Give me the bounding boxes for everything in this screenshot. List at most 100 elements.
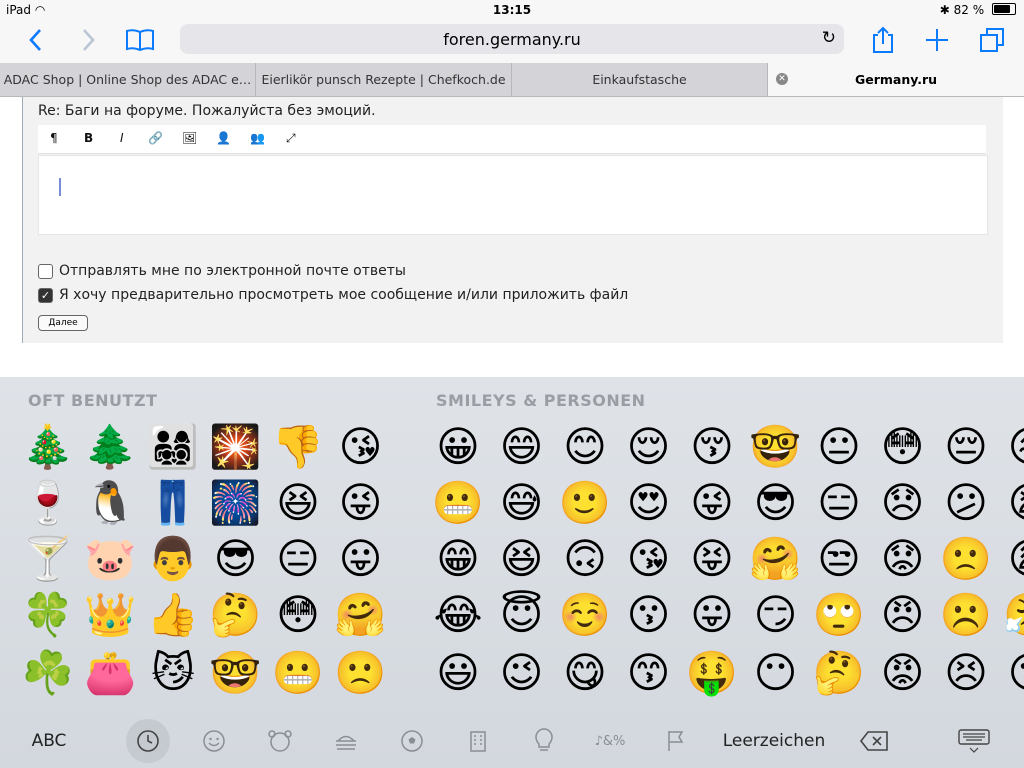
smiley-emoji[interactable]: 😙 xyxy=(619,645,679,701)
smiley-emoji[interactable]: 🙄 xyxy=(809,587,869,643)
smiley-emoji[interactable]: 🙂 xyxy=(555,475,615,531)
recent-emoji[interactable]: ☘️ xyxy=(18,645,78,701)
recent-emoji[interactable]: 🤗 xyxy=(331,587,391,643)
backspace-icon[interactable] xyxy=(856,723,892,759)
smiley-emoji[interactable]: 😗 xyxy=(619,587,679,643)
preview-option[interactable]: ✓ Я хочу предварительно просмотреть мое … xyxy=(38,287,628,303)
symbols-category-icon[interactable]: ♪&% xyxy=(592,723,628,759)
recent-emoji[interactable]: 👛 xyxy=(81,645,141,701)
smiley-emoji[interactable]: 😘 xyxy=(619,531,679,587)
recent-emoji[interactable]: 🍷 xyxy=(18,475,78,531)
reload-icon[interactable]: ↻ xyxy=(822,28,836,48)
share-icon[interactable] xyxy=(870,26,896,54)
smiley-emoji[interactable]: 😡 xyxy=(873,645,933,701)
smiley-emoji[interactable]: 😫 xyxy=(1000,475,1024,531)
smiley-emoji[interactable]: 😶 xyxy=(746,645,806,701)
smiley-emoji[interactable]: 😞 xyxy=(873,475,933,531)
recent-emoji[interactable]: 👑 xyxy=(81,587,141,643)
tab-einkaufstasche[interactable]: Einkaufstasche xyxy=(512,63,768,96)
smiley-emoji[interactable]: 😍 xyxy=(619,475,679,531)
recent-emoji[interactable]: 🙁 xyxy=(331,645,391,701)
smiley-emoji[interactable]: 😬 xyxy=(428,475,488,531)
recent-emoji[interactable]: 🎄 xyxy=(18,419,78,475)
abc-key[interactable]: ABC xyxy=(22,723,76,759)
smiley-emoji[interactable]: 😩 xyxy=(1000,531,1024,587)
tabs-overview-icon[interactable] xyxy=(978,26,1006,54)
space-key[interactable]: Leerzeichen xyxy=(716,723,832,759)
smiley-emoji[interactable]: 😝 xyxy=(682,531,742,587)
email-replies-checkbox[interactable] xyxy=(38,263,53,279)
smiley-category-icon[interactable] xyxy=(196,723,232,759)
recent-emoji[interactable]: 🐧 xyxy=(81,475,141,531)
bookmarks-icon[interactable] xyxy=(124,26,156,54)
smiley-emoji[interactable]: 😌 xyxy=(619,419,679,475)
image-icon[interactable]: 🖼 xyxy=(182,131,197,145)
recent-emoji[interactable]: 😘 xyxy=(331,419,391,475)
link-icon[interactable]: 🔗 xyxy=(148,131,163,145)
email-replies-option[interactable]: Отправлять мне по электронной почте отве… xyxy=(38,263,406,279)
recent-emoji[interactable]: 🤔 xyxy=(206,587,266,643)
smiley-emoji[interactable]: 😐 xyxy=(809,419,869,475)
smiley-emoji[interactable]: 😟 xyxy=(873,531,933,587)
recent-emoji[interactable]: 🐷 xyxy=(81,531,141,587)
recent-emoji[interactable]: 🤓 xyxy=(206,645,266,701)
recent-emoji[interactable]: 👎 xyxy=(268,419,328,475)
address-bar[interactable]: foren.germany.ru ↻ xyxy=(180,24,844,54)
smiley-emoji[interactable]: 😂 xyxy=(428,587,488,643)
smiley-emoji[interactable]: 😆 xyxy=(492,531,552,587)
smiley-emoji[interactable]: 😔 xyxy=(936,419,996,475)
smiley-emoji[interactable]: 😑 xyxy=(809,475,869,531)
smiley-emoji[interactable]: 😤 xyxy=(1000,587,1024,643)
recent-emoji[interactable]: 🎇 xyxy=(206,419,266,475)
smiley-emoji[interactable]: 🤗 xyxy=(746,531,806,587)
dismiss-keyboard-icon[interactable] xyxy=(954,723,994,759)
smiley-emoji[interactable]: ☺️ xyxy=(555,587,615,643)
smiley-emoji[interactable]: 😀 xyxy=(428,419,488,475)
recent-emoji[interactable]: 😼 xyxy=(143,645,203,701)
smiley-emoji[interactable]: 😋 xyxy=(555,645,615,701)
back-icon[interactable] xyxy=(24,26,46,54)
close-tab-icon[interactable]: ✕ xyxy=(776,73,788,85)
paragraph-icon[interactable]: ¶ xyxy=(50,131,58,145)
animals-category-icon[interactable] xyxy=(262,723,298,759)
buildings-category-icon[interactable] xyxy=(460,723,496,759)
smiley-emoji[interactable]: 😛 xyxy=(682,587,742,643)
tab-adac[interactable]: ADAC Shop | Online Shop des ADAC e… xyxy=(0,63,256,96)
preview-checkbox[interactable]: ✓ xyxy=(38,287,53,303)
smiley-emoji[interactable]: 😕 xyxy=(936,475,996,531)
smiley-emoji[interactable]: 😜 xyxy=(682,475,742,531)
new-tab-icon[interactable] xyxy=(924,26,950,54)
recent-emoji[interactable]: 😛 xyxy=(331,531,391,587)
smiley-emoji[interactable]: 😖 xyxy=(1000,419,1024,475)
recent-emoji[interactable]: 👖 xyxy=(143,475,203,531)
smiley-emoji[interactable]: 😏 xyxy=(746,587,806,643)
message-editor[interactable] xyxy=(38,155,988,235)
lightbulb-icon[interactable] xyxy=(526,723,562,759)
smiley-emoji[interactable]: 😇 xyxy=(492,587,552,643)
forward-icon[interactable] xyxy=(78,26,100,54)
clock-icon[interactable] xyxy=(130,723,166,759)
recent-emoji[interactable]: 😎 xyxy=(206,531,266,587)
smiley-emoji[interactable]: 😊 xyxy=(555,419,615,475)
recent-emoji[interactable]: 🎆 xyxy=(206,475,266,531)
recent-emoji[interactable]: 🍸 xyxy=(18,531,78,587)
smiley-emoji[interactable]: 😉 xyxy=(492,645,552,701)
flag-category-icon[interactable] xyxy=(658,723,694,759)
user-icon[interactable]: 👤 xyxy=(216,131,231,145)
soccer-ball-icon[interactable] xyxy=(394,723,430,759)
smiley-emoji[interactable]: 😮 xyxy=(1000,645,1024,701)
recent-emoji[interactable]: 😬 xyxy=(268,645,328,701)
recent-emoji[interactable]: 👍 xyxy=(143,587,203,643)
smiley-emoji[interactable]: 😳 xyxy=(873,419,933,475)
smiley-emoji[interactable]: 🤔 xyxy=(809,645,869,701)
recent-emoji[interactable]: 🌲 xyxy=(81,419,141,475)
smiley-emoji[interactable]: 😁 xyxy=(428,531,488,587)
recent-emoji[interactable]: 😆 xyxy=(268,475,328,531)
smiley-emoji[interactable]: 🙃 xyxy=(555,531,615,587)
tab-germany[interactable]: Germany.ru xyxy=(768,63,1024,96)
recent-emoji[interactable]: 👨‍👩‍👧‍👦 xyxy=(143,419,203,475)
smiley-emoji[interactable]: 😄 xyxy=(492,419,552,475)
recent-emoji[interactable]: 😳 xyxy=(268,587,328,643)
smiley-emoji[interactable]: 😅 xyxy=(492,475,552,531)
smiley-emoji[interactable]: 🙁 xyxy=(936,531,996,587)
